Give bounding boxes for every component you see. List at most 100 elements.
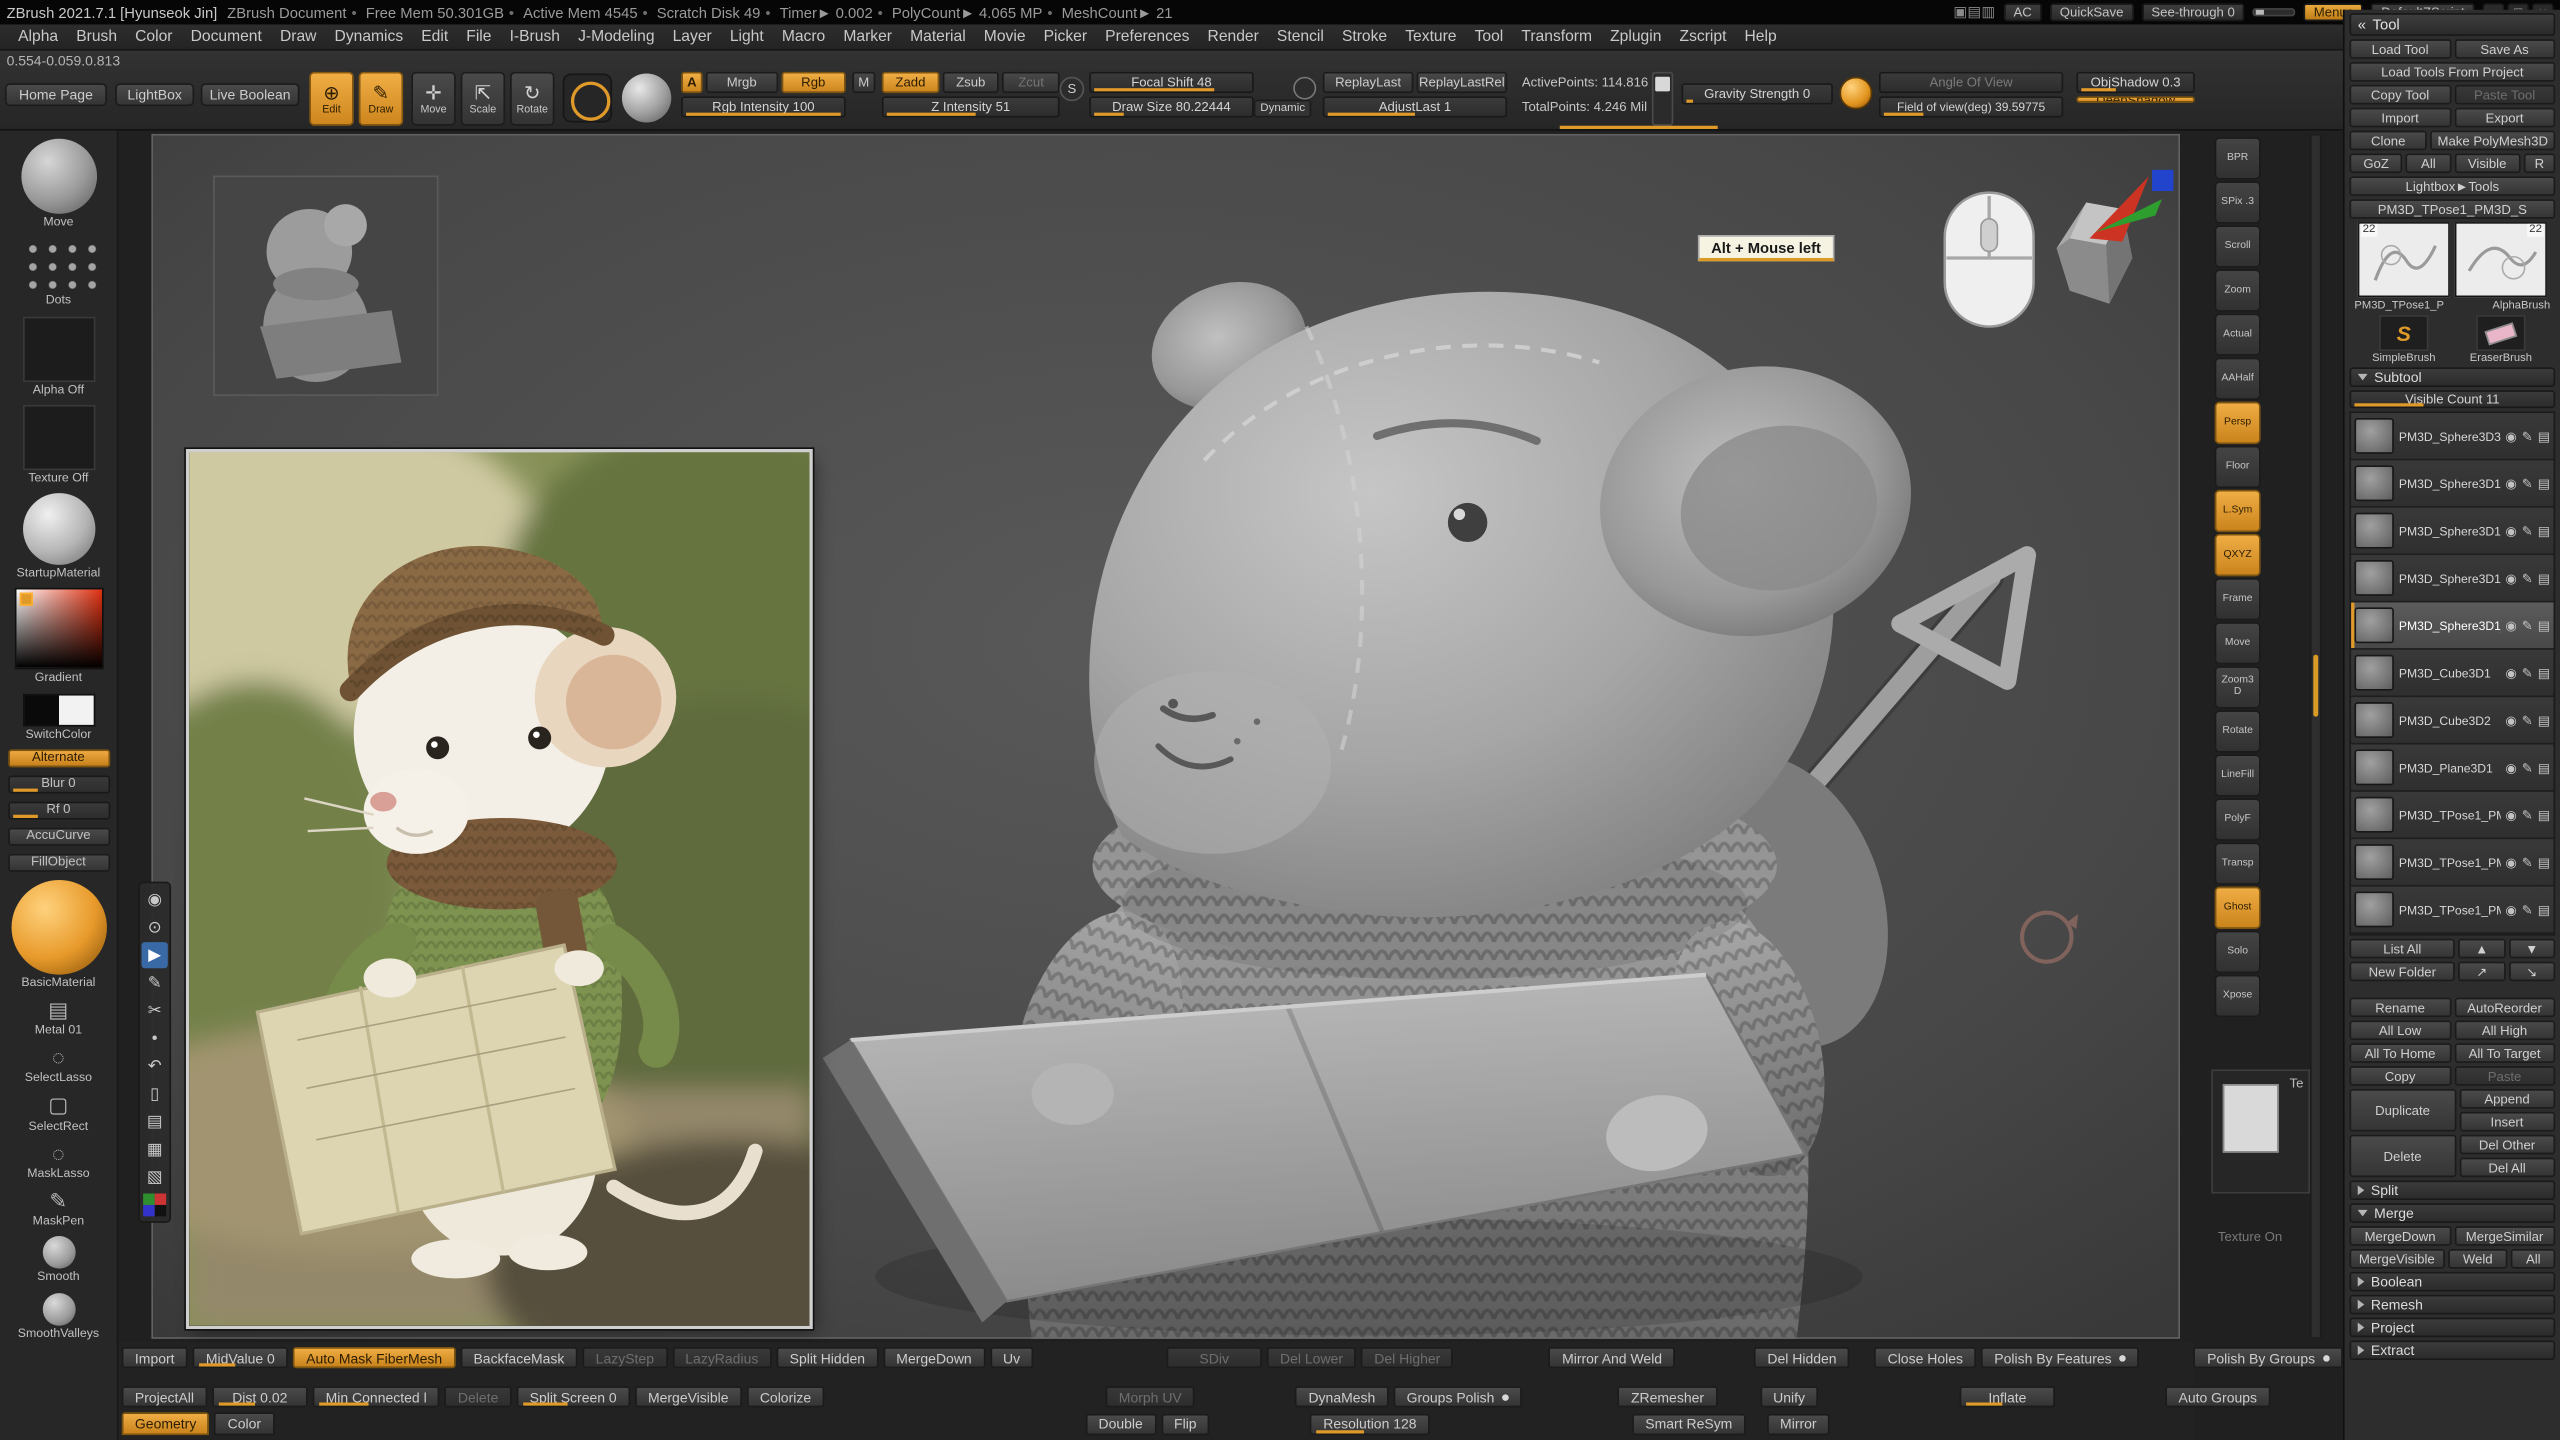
- visibility-eye-icon[interactable]: ◉: [2505, 476, 2516, 491]
- pencil-icon[interactable]: ✎: [141, 970, 167, 996]
- merge-section-header[interactable]: Merge: [2349, 1203, 2555, 1223]
- floor-button[interactable]: Floor: [2215, 446, 2261, 488]
- zsub-button[interactable]: Zsub: [942, 72, 999, 93]
- visibility-eye-icon[interactable]: ◉: [2505, 807, 2516, 822]
- del-all-button[interactable]: Del All: [2459, 1158, 2555, 1178]
- tool-panel-button[interactable]: Copy Tool: [2349, 85, 2450, 105]
- z-intensity-slider[interactable]: Z Intensity 51: [882, 96, 1060, 117]
- boolean-section-header[interactable]: Boolean: [2349, 1272, 2555, 1292]
- tool-panel-button[interactable]: All: [2511, 1249, 2555, 1269]
- del-other-button[interactable]: Del Other: [2459, 1135, 2555, 1155]
- tool-panel-button[interactable]: Weld: [2447, 1249, 2508, 1269]
- bpr-button[interactable]: BPR: [2215, 137, 2261, 179]
- polypaint-icon[interactable]: ✎: [2522, 429, 2533, 444]
- live-boolean-button[interactable]: Live Boolean: [201, 83, 300, 106]
- material-preview-startup[interactable]: StartupMaterial: [0, 493, 117, 580]
- rotate-button[interactable]: ↻ Rotate: [510, 72, 554, 126]
- dock-button[interactable]: Delete: [445, 1386, 512, 1407]
- subtool-row[interactable]: PM3D_Cube3D1 ◉ ✎ ▤: [2351, 650, 2553, 697]
- rgb-button[interactable]: Rgb: [781, 72, 846, 93]
- stroke-preview-dots[interactable]: Dots: [0, 237, 117, 308]
- switch-color[interactable]: SwitchColor: [0, 693, 117, 741]
- zoom-button[interactable]: Zoom: [2215, 269, 2261, 311]
- dock-button[interactable]: Mirror And Weld: [1549, 1347, 1675, 1368]
- menu-item[interactable]: Preferences: [1097, 26, 1198, 47]
- layout-icon[interactable]: ▥: [1981, 3, 1995, 19]
- visibility-eye-icon[interactable]: ◉: [2505, 571, 2516, 586]
- panel-icon[interactable]: ▤: [1967, 3, 1981, 19]
- tool-panel-button[interactable]: All To Target: [2454, 1043, 2555, 1063]
- tool-panel-button[interactable]: Visible: [2454, 153, 2520, 173]
- polypaint-icon[interactable]: ✎: [2522, 760, 2533, 775]
- dock-button[interactable]: Import: [122, 1347, 188, 1368]
- move-button[interactable]: ✛ Move: [411, 72, 455, 126]
- lsym-button[interactable]: L.Sym: [2215, 490, 2261, 532]
- tool-panel-button[interactable]: Load Tool: [2349, 39, 2450, 59]
- polyf-button[interactable]: PolyF: [2215, 798, 2261, 840]
- tool-panel-button[interactable]: AutoReorder: [2454, 998, 2555, 1018]
- draw-button[interactable]: ✎ Draw: [359, 72, 403, 126]
- home-page-button[interactable]: Home Page: [5, 83, 107, 106]
- ui-list-icon[interactable]: ▤: [2538, 902, 2550, 917]
- menu-item[interactable]: Document: [182, 26, 270, 47]
- dynamic-toggle[interactable]: Dynamic: [1254, 100, 1312, 118]
- eraserbrush-slot[interactable]: EraserBrush: [2455, 315, 2547, 364]
- trash-icon[interactable]: ▯: [141, 1081, 167, 1107]
- quicksave-button[interactable]: QuickSave: [2050, 3, 2133, 21]
- tool-panel-button[interactable]: GoZ: [2349, 153, 2402, 173]
- adjust-last-slider[interactable]: AdjustLast 1: [1323, 96, 1507, 117]
- tool-panel-button[interactable]: R: [2524, 153, 2556, 173]
- pin-icon[interactable]: ◉: [141, 887, 167, 913]
- dock-button[interactable]: Inflate: [1960, 1386, 2055, 1407]
- smooth-brush[interactable]: Smooth: [0, 1236, 117, 1284]
- dock-button[interactable]: Unify: [1760, 1386, 1818, 1407]
- tool-preview-move[interactable]: Move: [0, 139, 117, 229]
- tool-panel-button[interactable]: Lightbox►Tools: [2349, 176, 2555, 196]
- texture-slot[interactable]: Texture Off: [0, 405, 117, 485]
- see-through-slider[interactable]: [2253, 8, 2296, 16]
- persp-button[interactable]: Persp: [2215, 402, 2261, 444]
- tool-panel-button[interactable]: Save As: [2454, 39, 2555, 59]
- dock-button[interactable]: Uv: [990, 1347, 1033, 1368]
- subtool-row[interactable]: PM3D_Sphere3D1_6 ◉ ✎ ▤: [2351, 602, 2553, 649]
- menu-item[interactable]: Stroke: [1334, 26, 1396, 47]
- tool-panel-button[interactable]: Paste Tool: [2454, 85, 2555, 105]
- fillobject-button[interactable]: FillObject: [0, 853, 117, 871]
- gravity-strength-slider[interactable]: Gravity Strength 0: [1681, 83, 1832, 104]
- ui-list-icon[interactable]: ▤: [2538, 665, 2550, 680]
- tool-thumbnail[interactable]: 22: [2358, 222, 2450, 297]
- focal-shift-slider[interactable]: Focal Shift 48: [1089, 72, 1254, 93]
- subtool-down-button[interactable]: ▼: [2508, 939, 2555, 959]
- ui-list-icon[interactable]: ▤: [2538, 429, 2550, 444]
- rf-slider[interactable]: Rf 0: [0, 801, 117, 819]
- subtool-row[interactable]: PM3D_Sphere3D1_8 ◉ ✎ ▤: [2351, 508, 2553, 555]
- polypaint-icon[interactable]: ✎: [2522, 807, 2533, 822]
- menu-item[interactable]: Tool: [1466, 26, 1511, 47]
- tool-thumbnail[interactable]: 22: [2455, 222, 2547, 297]
- qxyz-button[interactable]: QXYZ: [2215, 534, 2261, 576]
- maskpen-brush[interactable]: ✎ MaskPen: [0, 1189, 117, 1229]
- tool-panel-button[interactable]: Make PolyMesh3D: [2430, 131, 2555, 151]
- frame-button[interactable]: Frame: [2215, 578, 2261, 620]
- solo-button[interactable]: Solo: [2215, 931, 2261, 973]
- replay-last-button[interactable]: ReplayLast: [1323, 72, 1413, 93]
- scale-button[interactable]: ⇱ Scale: [461, 72, 505, 126]
- cursor-icon[interactable]: ▶: [141, 942, 167, 968]
- xpose-button[interactable]: Xpose: [2215, 975, 2261, 1017]
- append-button[interactable]: Append: [2459, 1089, 2555, 1109]
- menu-item[interactable]: Brush: [68, 26, 125, 47]
- subtool-row[interactable]: PM3D_Sphere3D1_3 ◉ ✎ ▤: [2351, 460, 2553, 507]
- subtool-row[interactable]: PM3D_Plane3D1 ◉ ✎ ▤: [2351, 745, 2553, 792]
- tool-palette-header[interactable]: « Tool: [2349, 13, 2555, 36]
- zcut-button[interactable]: Zcut: [1003, 72, 1060, 93]
- move-into-folder-button[interactable]: ↘: [2508, 962, 2555, 982]
- texture-thumbnail[interactable]: [2223, 1084, 2279, 1153]
- menu-item[interactable]: I-Brush: [501, 26, 568, 47]
- field-of-view-slider[interactable]: Field of view(deg) 39.59775: [1879, 96, 2063, 117]
- dock-button[interactable]: Mirror: [1767, 1413, 1830, 1434]
- ui-list-icon[interactable]: ▤: [2538, 476, 2550, 491]
- dock-button[interactable]: Smart ReSym: [1632, 1413, 1745, 1434]
- tab-color[interactable]: Color: [214, 1412, 274, 1435]
- visibility-eye-icon[interactable]: ◉: [2505, 855, 2516, 870]
- tool-panel-button[interactable]: Rename: [2349, 998, 2450, 1018]
